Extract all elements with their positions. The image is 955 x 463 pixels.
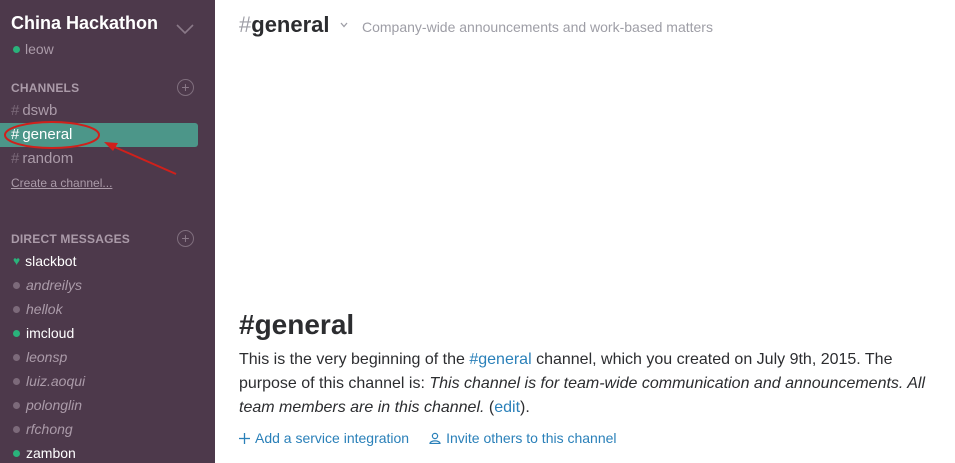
dm-item-leonsp[interactable]: leonsp [13,349,67,365]
plus-icon [239,432,250,444]
intro-text-part: ). [520,399,530,416]
channel-purpose[interactable]: Company-wide announcements and work-base… [362,19,713,35]
channel-hash: # [239,12,252,37]
dm-item-rfchong[interactable]: rfchong [13,421,73,437]
current-user[interactable]: leow [13,41,54,57]
direct-messages-header[interactable]: DIRECT MESSAGES [11,232,130,246]
add-direct-message-icon[interactable]: + [177,230,194,247]
dm-label: luiz.aoqui [26,373,86,389]
add-service-integration-link[interactable]: Add a service integration [239,430,409,446]
add-channel-icon[interactable]: + [177,79,194,96]
dm-item-imcloud[interactable]: imcloud [13,325,74,341]
heart-icon: ♥ [13,254,21,268]
caret-down-icon[interactable] [340,22,348,28]
sidebar: China Hackathon leow CHANNELS + # dswb # g… [0,0,215,463]
intro-title: #general [239,309,355,340]
dm-label: polonglin [26,397,83,413]
channel-item-dswb[interactable]: # dswb [0,99,198,123]
dm-label: imcloud [26,325,75,341]
channel-item-general[interactable]: # general [0,123,198,147]
dm-label: hellok [26,301,63,317]
chevron-down-icon[interactable] [175,22,195,36]
dm-item-hellok[interactable]: hellok [13,301,63,317]
away-status-icon [13,401,20,409]
invite-others-label: Invite others to this channel [446,430,617,446]
channel-link[interactable]: #general [469,351,531,368]
dm-item-luiz-aoqui[interactable]: luiz.aoqui [13,373,85,389]
invite-others-link[interactable]: Invite others to this channel [429,430,617,446]
hash-icon: # [11,126,20,143]
away-status-icon [13,425,20,433]
dm-label: andreilys [26,277,83,293]
away-status-icon [13,377,20,385]
channel-name: general [251,12,330,37]
channel-label: random [22,150,74,167]
dm-label: leonsp [26,349,68,365]
dm-label: rfchong [26,421,73,437]
edit-purpose-link[interactable]: edit [494,399,520,416]
intro-text-part: ( [484,399,495,416]
away-status-icon [13,305,20,313]
hash-icon: # [11,150,20,167]
dm-item-polonglin[interactable]: polonglin [13,397,82,413]
online-status-icon [13,449,20,457]
dm-label: slackbot [25,253,77,269]
user-icon [429,432,441,444]
away-status-icon [13,353,20,361]
channels-header[interactable]: CHANNELS [11,81,79,95]
intro-text: This is the very beginning of the #gener… [239,348,944,420]
user-name: leow [25,41,54,57]
add-service-integration-label: Add a service integration [255,430,410,446]
dm-label: zambon [26,445,76,461]
online-status-icon [13,329,20,337]
create-channel-link[interactable]: Create a channel... [11,176,112,190]
dm-item-andreilys[interactable]: andreilys [13,277,82,293]
channel-label: dswb [22,102,58,119]
online-status-icon [13,45,20,53]
dm-item-zambon[interactable]: zambon [13,445,76,461]
channel-label: general [22,126,73,143]
away-status-icon [13,281,20,289]
intro-text-part: This is the very beginning of the [239,351,470,368]
dm-item-slackbot[interactable]: ♥ slackbot [13,253,76,269]
intro-actions: Add a service integration Invite others … [239,430,617,446]
hash-icon: # [11,102,20,119]
channel-item-random[interactable]: # random [0,147,198,171]
team-name[interactable]: China Hackathon [11,13,158,34]
channel-title[interactable]: #general [239,12,330,38]
main-panel: #general Company-wide announcements and … [215,0,955,463]
